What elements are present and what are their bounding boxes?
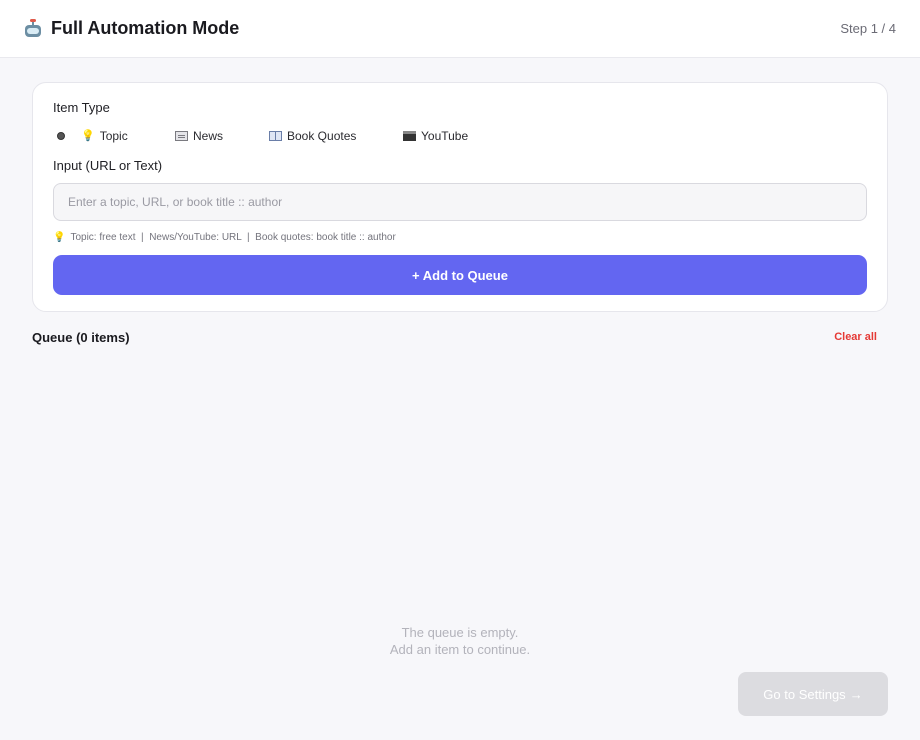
item-type-label: Item Type (53, 100, 110, 115)
page-title: Full Automation Mode (51, 18, 240, 38)
option-topic-label: Topic (99, 129, 128, 143)
input-hint-text: Topic: free text | News/YouTube: URL | B… (70, 232, 396, 243)
input-hint: 💡 Topic: free text | News/YouTube: URL |… (53, 232, 396, 243)
item-type-options: 💡 Topic News Book Quotes YouTube (57, 128, 468, 144)
radio-selected-dot[interactable] (57, 132, 65, 140)
arrow-right-icon: → (849, 686, 863, 702)
input-label: Input (URL or Text) (53, 158, 163, 173)
header: Full Automation Mode Step 1 / 4 (0, 0, 920, 58)
add-to-queue-button[interactable]: + Add to Queue (53, 255, 867, 295)
lightbulb-icon: 💡 (81, 129, 95, 142)
empty-line-1: The queue is empty. (401, 625, 519, 640)
option-book-quotes-label: Book Quotes (287, 129, 357, 143)
add-item-card: Item Type 💡 Topic News Book Quotes YouTu… (32, 82, 888, 312)
newspaper-icon (175, 131, 188, 141)
robot-icon (24, 18, 42, 38)
go-to-settings-button[interactable]: Go to Settings → (738, 672, 888, 716)
option-book-quotes[interactable]: Book Quotes (269, 129, 403, 143)
step-indicator: Step 1 / 4 (840, 21, 896, 36)
book-icon (269, 131, 282, 141)
lightbulb-icon: 💡 (53, 232, 66, 243)
option-youtube-label: YouTube (421, 129, 469, 143)
go-to-settings-label: Go to Settings (763, 686, 846, 702)
empty-line-2: Add an item to continue. (389, 642, 531, 657)
option-news-label: News (193, 129, 224, 143)
header-left: Full Automation Mode (24, 18, 239, 39)
item-input[interactable] (53, 183, 867, 221)
option-topic[interactable]: 💡 Topic (81, 129, 175, 143)
queue-empty-state: The queue is empty. Add an item to conti… (0, 624, 920, 658)
queue-title: Queue (0 items) (32, 330, 130, 345)
option-news[interactable]: News (175, 129, 269, 143)
clear-all-button[interactable]: Clear all (834, 331, 877, 343)
clapperboard-icon (403, 131, 416, 141)
option-youtube[interactable]: YouTube (403, 129, 468, 143)
